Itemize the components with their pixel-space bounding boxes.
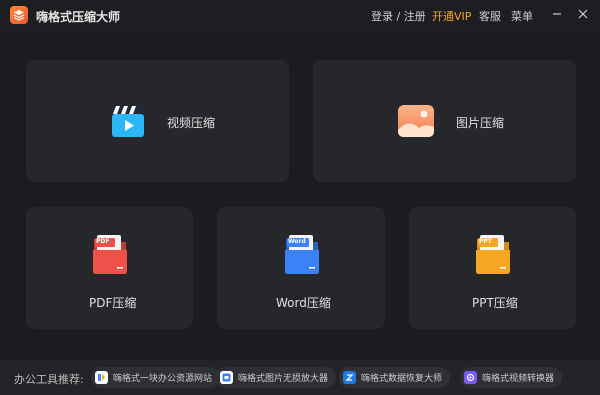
footer-label: 办公工具推荐: [14,373,84,386]
tool-image-enlarger[interactable]: 嗨格式图片无损放大器 [216,367,337,388]
close-button[interactable] [575,6,591,22]
ppt-badge: PPT [479,238,492,245]
menu-link[interactable]: 菜单 [511,8,533,24]
pdf-compress-card[interactable]: PDF PDF压缩 [26,207,193,329]
tool-label: 嗨格式数据恢复大师 [361,374,443,384]
title-bar: 嗨格式压缩大师 登录 / 注册 开通VIP 客服 菜单 [0,0,600,30]
close-icon [578,9,588,19]
tool-office-resources[interactable]: 嗨格式一块办公资源网站 [91,367,221,388]
ppt-file-icon: PPT [474,233,512,275]
image-compress-label: 图片压缩 [456,116,505,130]
word-compress-label: Word压缩 [276,296,331,310]
ppt-compress-card[interactable]: PPT PPT压缩 [409,207,576,329]
image-enlarger-icon [220,371,233,384]
customer-service-link[interactable]: 客服 [479,8,501,24]
word-compress-card[interactable]: Word Word压缩 [217,207,385,329]
app-title: 嗨格式压缩大师 [36,10,121,24]
tool-label: 嗨格式视频转换器 [482,374,555,384]
pdf-badge: PDF [96,238,110,245]
tool-video-converter[interactable]: 嗨格式视频转换器 [460,367,563,388]
video-converter-icon [464,371,477,384]
open-vip-link[interactable]: 开通VIP [432,8,471,24]
recommend-footer: 办公工具推荐: 嗨格式一块办公资源网站 嗨格式图片无损放大器 嗨格式数据恢复大师… [0,360,600,395]
login-register-link[interactable]: 登录 / 注册 [371,8,426,24]
video-clapper-icon [110,103,146,139]
tool-label: 嗨格式一块办公资源网站 [113,374,213,384]
pdf-compress-label: PDF压缩 [89,296,137,310]
word-file-icon: Word [283,233,321,275]
data-recovery-icon [343,371,356,384]
pdf-file-icon: PDF [91,233,129,275]
tool-data-recovery[interactable]: 嗨格式数据恢复大师 [339,367,451,388]
minimize-icon [553,13,561,15]
tool-label: 嗨格式图片无损放大器 [238,374,329,384]
minimize-button[interactable] [549,6,565,22]
word-badge: Word [288,238,306,245]
video-compress-label: 视频压缩 [167,116,216,130]
app-logo [10,6,28,24]
image-landscape-icon [397,104,435,138]
video-compress-card[interactable]: 视频压缩 [26,60,289,182]
ppt-compress-label: PPT压缩 [472,296,518,310]
office-resources-icon [95,371,108,384]
image-compress-card[interactable]: 图片压缩 [313,60,576,182]
